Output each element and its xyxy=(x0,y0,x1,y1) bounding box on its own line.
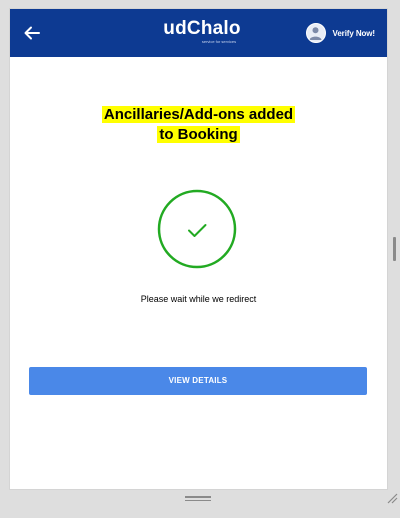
success-headline: Ancillaries/Add-ons added to Booking xyxy=(10,105,387,145)
verify-now-label: Verify Now! xyxy=(332,28,376,38)
user-avatar-icon xyxy=(305,23,326,43)
headline-line-1: Ancillaries/Add-ons added xyxy=(101,106,296,123)
side-resize-handle[interactable] xyxy=(393,237,396,261)
corner-resize-grip-icon[interactable] xyxy=(386,492,398,504)
udchalo-logo[interactable]: udChalo service for services xyxy=(142,18,262,44)
verify-now-button[interactable]: Verify Now! xyxy=(305,22,376,44)
view-details-button[interactable]: VIEW DETAILS xyxy=(29,367,367,395)
headline-line-2: to Booking xyxy=(157,126,240,143)
back-button[interactable] xyxy=(20,21,44,45)
check-circle-icon xyxy=(157,189,237,269)
top-header-bar: udChalo service for services Verify Now! xyxy=(10,9,387,57)
logo-title: udChalo xyxy=(163,18,241,39)
logo-tagline: service for services xyxy=(201,39,237,44)
app-window: udChalo service for services Verify Now!… xyxy=(10,9,387,489)
bottom-resize-handle[interactable] xyxy=(185,496,211,502)
redirect-message: Please wait while we redirect xyxy=(140,294,257,304)
arrow-left-icon xyxy=(24,26,40,40)
